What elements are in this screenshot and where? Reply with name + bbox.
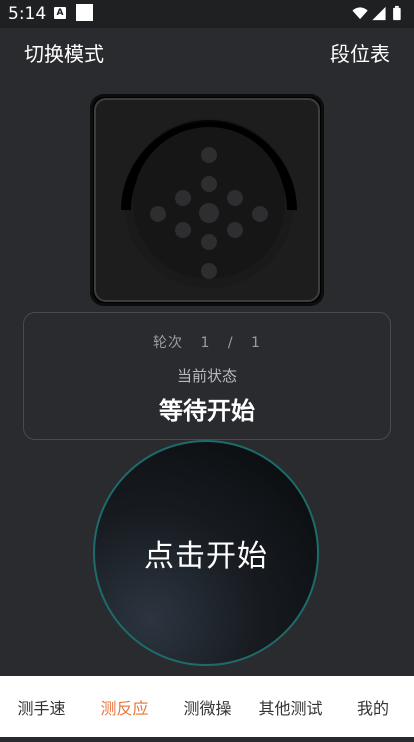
notification-square-icon [76, 4, 93, 21]
nav-item-hand-speed[interactable]: 测手速 [0, 676, 83, 737]
switch-mode-button[interactable]: 切换模式 [24, 38, 104, 67]
nav-item-other-tests[interactable]: 其他测试 [249, 676, 332, 737]
device-preview [90, 94, 324, 306]
status-time: 5:14 [8, 4, 47, 24]
ear-tip-illustration [121, 118, 297, 288]
current-status-value: 等待开始 [159, 397, 255, 425]
battery-icon [393, 5, 401, 21]
status-icons [352, 5, 401, 21]
nav-item-mine[interactable]: 我的 [332, 676, 414, 737]
current-status-label: 当前状态 [176, 367, 237, 385]
status-panel: 轮次 1 / 1 当前状态 等待开始 [23, 312, 391, 440]
round-separator: / [227, 335, 234, 351]
status-bar: 5:14 A [0, 0, 414, 28]
rank-table-button[interactable]: 段位表 [330, 38, 390, 67]
round-label: 轮次 [153, 335, 184, 351]
nav-item-reaction[interactable]: 测反应 [83, 676, 166, 737]
device-preview-frame [94, 98, 320, 302]
wifi-icon [352, 7, 368, 20]
signal-icon [372, 6, 386, 21]
round-total: 1 [251, 335, 261, 351]
nav-item-micro-control[interactable]: 测微操 [166, 676, 249, 737]
notification-a-icon: A [54, 7, 66, 19]
round-current: 1 [200, 335, 211, 351]
bottom-nav: 测手速 测反应 测微操 其他测试 我的 [0, 676, 414, 737]
start-button[interactable]: 点击开始 [93, 440, 319, 666]
start-button-label: 点击开始 [144, 539, 268, 574]
round-indicator: 轮次 1 / 1 [24, 332, 390, 352]
